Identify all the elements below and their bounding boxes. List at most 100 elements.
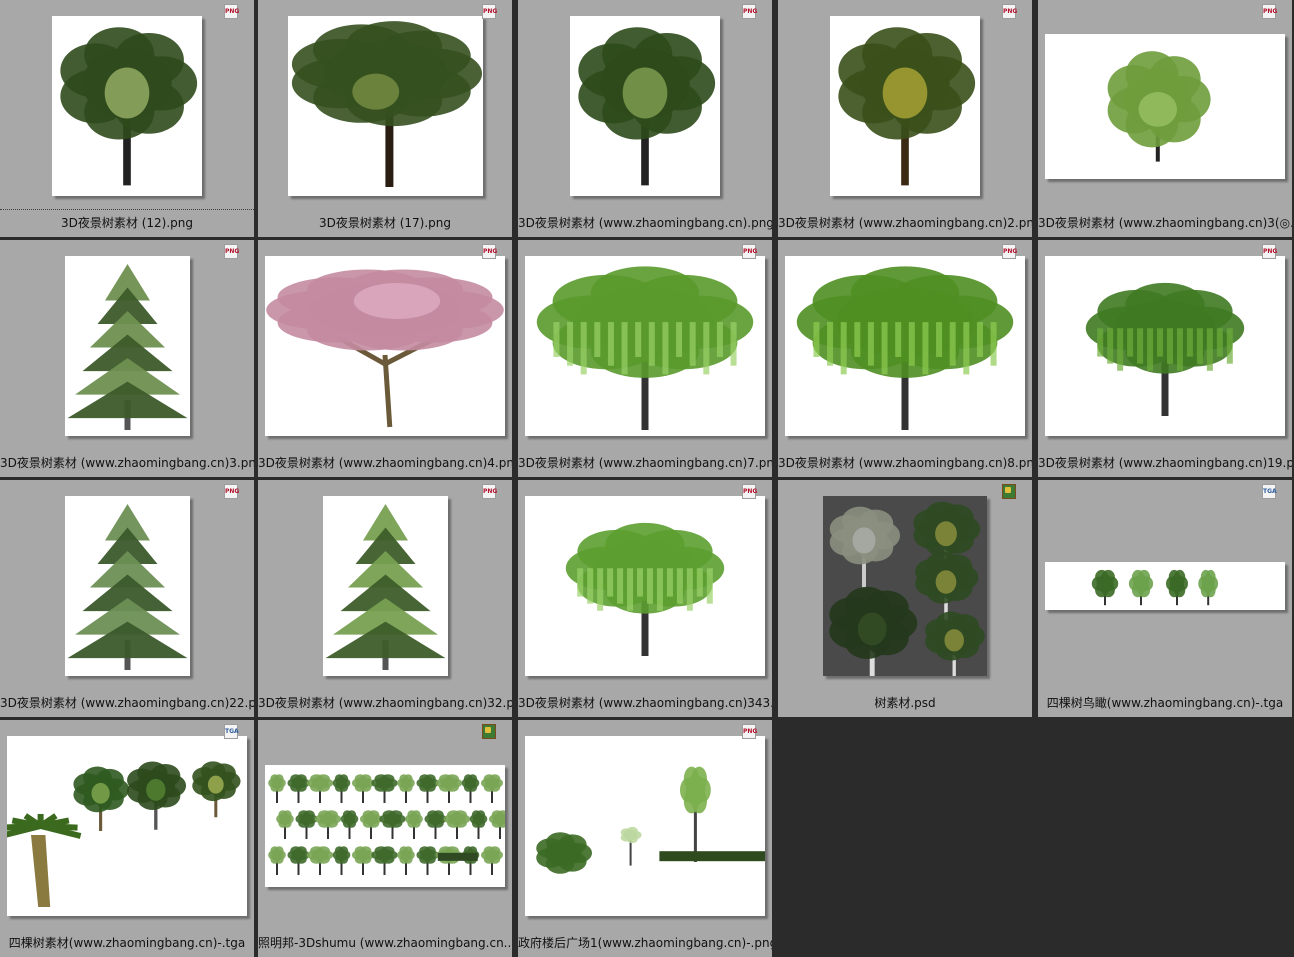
file-thumbnail-item[interactable]: PNG 3D夜景树素材 (www.zhaomingbang.cn)7.png	[518, 240, 772, 477]
file-type-png-icon: PNG	[1262, 4, 1277, 19]
thumbnail-image	[52, 16, 202, 196]
thumbnail-image	[785, 256, 1025, 436]
file-name-label: 3D夜景树素材 (www.zhaomingbang.cn)19.p...	[1038, 456, 1292, 470]
thumbnail-image	[7, 736, 247, 916]
file-type-png-icon: PNG	[742, 724, 757, 739]
thumbnail-artwork	[268, 774, 505, 875]
thumbnail-artwork	[829, 501, 985, 676]
file-thumbnail-item[interactable]: PNG 3D夜景树素材 (www.zhaomingbang.cn)32.p...	[258, 480, 512, 717]
file-type-tga-icon: TGA	[1262, 484, 1277, 499]
thumbnail-artwork	[1091, 569, 1219, 606]
file-thumbnail-item[interactable]: 树素材.psd	[778, 480, 1032, 717]
file-name-label: 3D夜景树素材 (www.zhaomingbang.cn)7.png	[518, 456, 772, 470]
file-thumbnail-item[interactable]: PNG 3D夜景树素材 (www.zhaomingbang.cn)4.png	[258, 240, 512, 477]
thumbnail-artwork	[67, 504, 187, 670]
file-name-label: 四棵树素材(www.zhaomingbang.cn)-.tga	[8, 936, 246, 950]
hedge	[437, 852, 478, 861]
thumbnail-image	[570, 16, 720, 196]
thumbnail-area	[258, 720, 512, 932]
thumbnail-area	[1038, 0, 1292, 212]
thumbnail-image	[287, 16, 483, 196]
thumbnail-image	[525, 736, 765, 916]
thumbnail-area	[778, 240, 1032, 452]
thumbnail-artwork	[325, 504, 445, 670]
file-type-psd-icon	[1002, 484, 1016, 499]
file-thumbnail-item[interactable]: PNG 3D夜景树素材 (www.zhaomingbang.cn)2.png	[778, 0, 1032, 237]
thumbnail-area	[0, 480, 254, 692]
thumbnail-artwork	[1085, 282, 1245, 416]
file-type-png-icon: PNG	[742, 244, 757, 259]
thumbnail-grid: PNG 3D夜景树素材 (12).png PNG 3D夜景树素材 (17).png PN…	[0, 0, 1294, 957]
file-name-label: 3D夜景树素材 (12).png	[61, 216, 193, 230]
thumbnail-artwork	[291, 21, 482, 187]
thumbnail-area	[778, 480, 1032, 692]
file-thumbnail-item[interactable]: 照明邦-3Dshumu (www.zhaomingbang.cn...	[258, 720, 512, 957]
thumbnail-area	[258, 0, 512, 212]
thumbnail-artwork	[266, 269, 504, 428]
file-name-label: 3D夜景树素材 (www.zhaomingbang.cn)22.p...	[0, 696, 254, 710]
file-thumbnail-item[interactable]: TGA 四棵树鸟瞰(www.zhaomingbang.cn)-.tga	[1038, 480, 1292, 717]
thumbnail-image	[265, 765, 505, 887]
thumbnail-area	[258, 480, 512, 692]
thumbnail-image	[1045, 256, 1285, 436]
thumbnail-area	[518, 240, 772, 452]
thumbnail-area	[518, 480, 772, 692]
thumbnail-area	[518, 0, 772, 212]
thumbnail-image	[525, 256, 765, 436]
thumbnail-artwork	[578, 27, 716, 186]
file-type-png-icon: PNG	[224, 244, 239, 259]
file-name-label: 树素材.psd	[874, 696, 936, 710]
file-type-png-icon: PNG	[482, 484, 497, 499]
file-thumbnail-item[interactable]: PNG 政府楼后广场1(www.zhaomingbang.cn)-.png	[518, 720, 772, 957]
palm-trunk	[31, 835, 51, 907]
thumbnail-image	[525, 496, 765, 676]
thumbnail-area	[0, 240, 254, 452]
file-type-png-icon: PNG	[1002, 4, 1017, 19]
file-name-label: 3D夜景树素材 (www.zhaomingbang.cn)3(◎...	[1038, 216, 1292, 230]
file-thumbnail-item[interactable]: PNG 3D夜景树素材 (www.zhaomingbang.cn)343....	[518, 480, 772, 717]
file-thumbnail-item[interactable]: PNG 3D夜景树素材 (17).png	[258, 0, 512, 237]
file-type-psd-icon	[482, 724, 496, 739]
file-type-png-icon: PNG	[224, 484, 239, 499]
file-thumbnail-item[interactable]: PNG 3D夜景树素材 (www.zhaomingbang.cn)8.png	[778, 240, 1032, 477]
hedge	[659, 851, 765, 862]
file-thumbnail-item[interactable]: PNG 3D夜景树素材 (www.zhaomingbang.cn)3.png	[0, 240, 254, 477]
file-type-tga-icon: TGA	[224, 724, 239, 739]
file-type-png-icon: PNG	[742, 484, 757, 499]
thumbnail-area	[1038, 480, 1292, 692]
file-name-label: 3D夜景树素材 (www.zhaomingbang.cn)32.p...	[258, 696, 512, 710]
file-thumbnail-item[interactable]: PNG 3D夜景树素材 (www.zhaomingbang.cn)3(◎...	[1038, 0, 1292, 237]
thumbnail-area	[0, 720, 254, 932]
file-thumbnail-item[interactable]: PNG 3D夜景树素材 (12).png	[0, 0, 254, 237]
thumbnail-image	[823, 496, 987, 676]
file-name-label: 政府楼后广场1(www.zhaomingbang.cn)-.png	[518, 936, 772, 950]
thumbnail-area	[1038, 240, 1292, 452]
file-thumbnail-item[interactable]: TGA 四棵树素材(www.zhaomingbang.cn)-.tga	[0, 720, 254, 957]
thumbnail-image	[265, 256, 505, 436]
file-name-label: 3D夜景树素材 (www.zhaomingbang.cn)8.png	[778, 456, 1032, 470]
file-name-label: 3D夜景树素材 (www.zhaomingbang.cn)343....	[518, 696, 772, 710]
thumbnail-image	[64, 496, 190, 676]
file-type-png-icon: PNG	[224, 4, 239, 19]
file-type-png-icon: PNG	[742, 4, 757, 19]
file-name-label: 3D夜景树素材 (www.zhaomingbang.cn).png	[518, 216, 772, 230]
thumbnail-artwork	[60, 27, 198, 186]
thumbnail-image	[830, 16, 980, 196]
file-thumbnail-item[interactable]: PNG 3D夜景树素材 (www.zhaomingbang.cn).png	[518, 0, 772, 237]
thumbnail-artwork	[67, 264, 187, 430]
file-type-png-icon: PNG	[482, 244, 497, 259]
file-type-png-icon: PNG	[1262, 244, 1277, 259]
thumbnail-artwork	[536, 766, 765, 874]
file-type-png-icon: PNG	[1002, 244, 1017, 259]
thumbnail-image	[322, 496, 448, 676]
file-name-label: 3D夜景树素材 (www.zhaomingbang.cn)4.png	[258, 456, 512, 470]
thumbnail-area	[258, 240, 512, 452]
thumbnail-artwork	[565, 522, 725, 656]
file-name-label: 3D夜景树素材 (17).png	[319, 216, 451, 230]
thumbnail-image	[1045, 562, 1285, 610]
file-thumbnail-item[interactable]: PNG 3D夜景树素材 (www.zhaomingbang.cn)19.p...	[1038, 240, 1292, 477]
thumbnail-area	[0, 0, 254, 212]
file-thumbnail-item[interactable]: PNG 3D夜景树素材 (www.zhaomingbang.cn)22.p...	[0, 480, 254, 717]
thumbnail-area	[518, 720, 772, 932]
thumbnail-artwork	[7, 761, 241, 907]
